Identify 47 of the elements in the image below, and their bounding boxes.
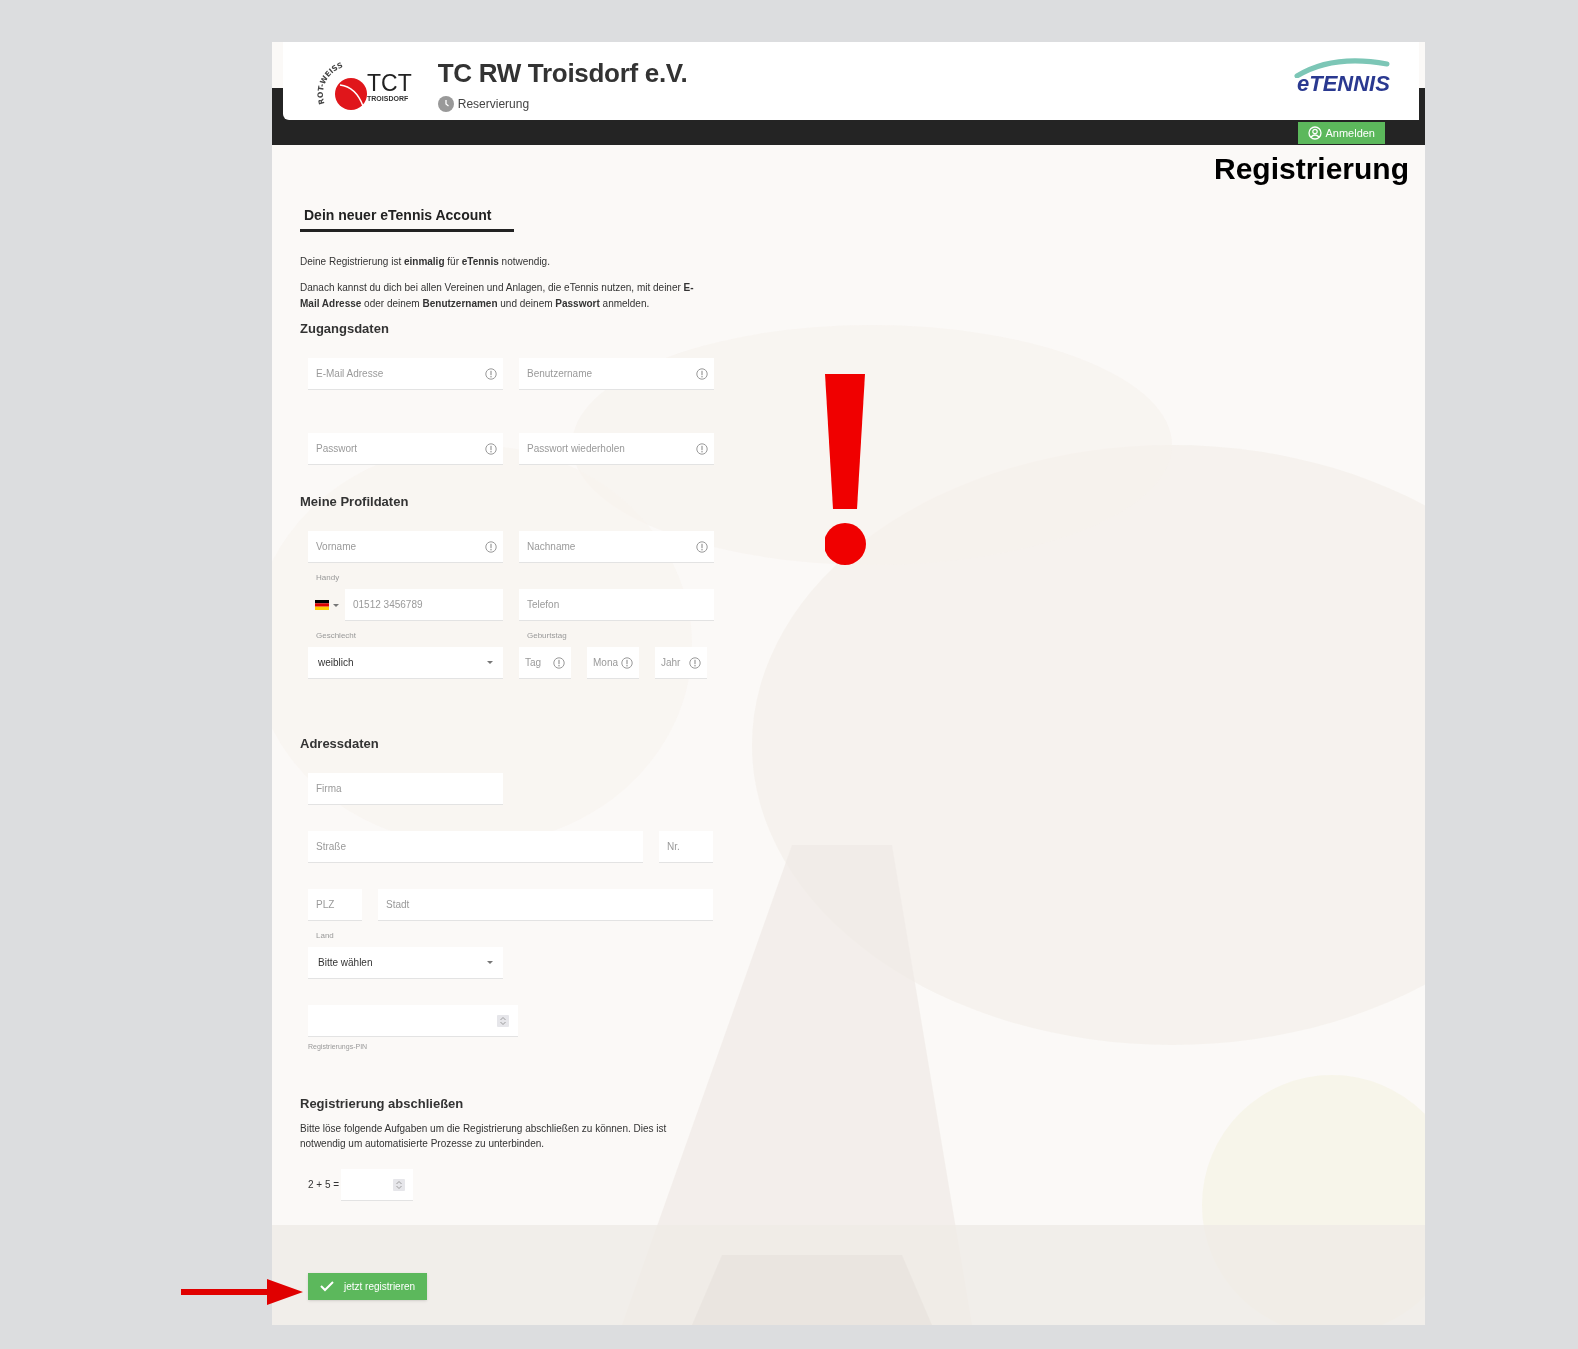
input-field[interactable]: PLZ xyxy=(308,889,362,921)
field-label: Handy xyxy=(316,573,341,583)
date-field[interactable]: Tag xyxy=(519,647,571,679)
field-label: Geschlecht xyxy=(316,631,358,641)
input-field[interactable]: Telefon xyxy=(519,589,714,621)
input-field[interactable]: Straße xyxy=(308,831,643,863)
check-icon xyxy=(320,1280,334,1292)
field-label: Geburtstag xyxy=(527,631,568,641)
arrow-icon xyxy=(181,1279,303,1305)
clock-icon xyxy=(437,96,454,112)
instruction-text: Bitte löse folgende Aufgaben um die Registrierung abschließen zu können. Dies ist notwendig um automatisierte Prozesse zu unterbinden. xyxy=(300,1121,668,1151)
intro-text: Danach kannst du dich bei allen Vereinen und Anlagen, die eTennis nutzen, mit deiner E-Mail Adresse oder deinem Benutzernamen und deinem Passwort anmelden. xyxy=(300,281,695,311)
dropdown[interactable]: Bitte wählen xyxy=(308,947,503,979)
club-subtitle: Reservierung xyxy=(457,96,530,113)
club-title: TC RW Troisdorf e.V. xyxy=(437,57,688,89)
intro-text: Deine Registrierung ist einmalig für eTennis notwendig. xyxy=(300,255,551,269)
section-heading: Meine Profildaten xyxy=(300,493,410,511)
input-field[interactable]: Stadt xyxy=(378,889,713,921)
flag-icon xyxy=(315,600,329,610)
account-tab[interactable]: Dein neuer eTennis Account xyxy=(300,205,514,232)
caret-icon xyxy=(487,961,493,964)
logo-text: TCT xyxy=(367,72,412,94)
page-title: Registrierung xyxy=(1213,151,1409,187)
input-field[interactable]: E-Mail Adresse xyxy=(308,358,503,390)
caret-icon xyxy=(333,603,339,607)
input-field[interactable]: Firma xyxy=(308,773,503,805)
input-field[interactable]: Benutzername xyxy=(519,358,714,390)
input-field[interactable]: Nachname xyxy=(519,531,714,563)
pin-field[interactable] xyxy=(308,1005,518,1037)
input-field[interactable]: Passwort wiederholen xyxy=(519,433,714,465)
caret-icon xyxy=(487,661,493,664)
date-field[interactable]: Mona xyxy=(587,647,639,679)
input-field[interactable]: Nr. xyxy=(659,831,713,863)
input-field[interactable]: Passwort xyxy=(308,433,503,465)
field-label: Land xyxy=(316,931,335,941)
phone-field[interactable]: 01512 3456789 xyxy=(345,589,503,621)
etennis-logo: eTENNIS xyxy=(1293,54,1393,98)
dropdown[interactable]: weiblich xyxy=(308,647,503,679)
exclamation-mark-icon xyxy=(825,374,867,565)
section-heading: Adressdaten xyxy=(300,735,380,753)
spinner-icon xyxy=(497,1015,509,1027)
user-icon xyxy=(1308,126,1323,140)
input-field[interactable]: Vorname xyxy=(308,531,503,563)
section-heading: Zugangsdaten xyxy=(300,320,390,338)
section-heading: Registrierung abschließen xyxy=(300,1094,465,1113)
date-field[interactable]: Jahr xyxy=(655,647,707,679)
captcha-question: 2 + 5 = xyxy=(308,1178,340,1192)
